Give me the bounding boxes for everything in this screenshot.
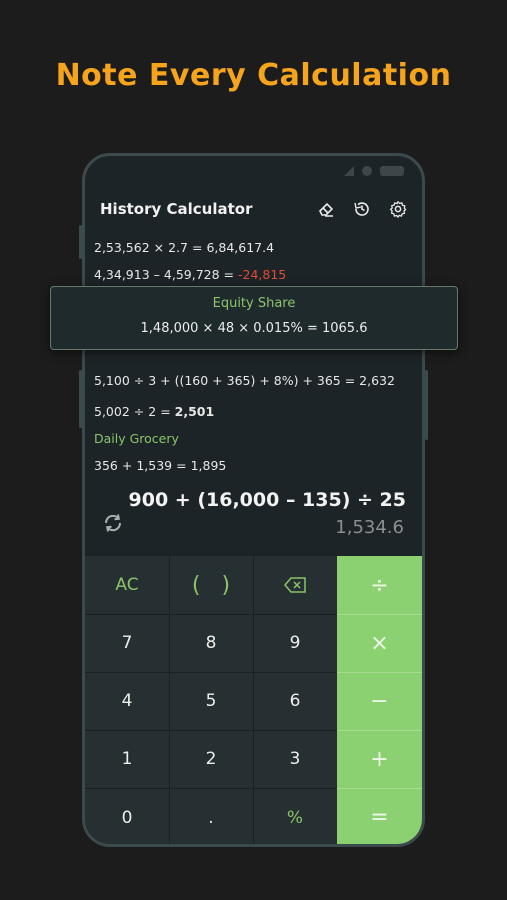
keypad-divider bbox=[337, 730, 422, 731]
digit-5-button[interactable]: 5 bbox=[169, 672, 253, 730]
keypad-divider bbox=[337, 672, 422, 673]
digit-1-button[interactable]: 1 bbox=[85, 730, 169, 788]
digit-6-button[interactable]: 6 bbox=[253, 672, 337, 730]
card-title: Equity Share bbox=[212, 296, 296, 311]
battery-icon bbox=[380, 166, 404, 176]
refresh-icon[interactable] bbox=[101, 511, 125, 535]
backspace-button[interactable] bbox=[253, 556, 337, 614]
history-row[interactable]: 4,34,913 – 4,59,728 = -24,815 bbox=[94, 267, 286, 282]
keypad-divider bbox=[85, 672, 337, 673]
digit-4-button[interactable]: 4 bbox=[85, 672, 169, 730]
eraser-icon[interactable] bbox=[316, 199, 336, 219]
expression-display: 900 + (16,000 – 135) ÷ 25 bbox=[128, 489, 406, 511]
negative-result: -24,815 bbox=[238, 267, 287, 282]
divide-button[interactable]: ÷ bbox=[337, 556, 422, 614]
wifi-icon bbox=[362, 166, 372, 176]
status-bar bbox=[344, 166, 404, 176]
digit-9-button[interactable]: 9 bbox=[253, 614, 337, 672]
plus-button[interactable]: + bbox=[337, 730, 422, 788]
backspace-icon bbox=[284, 577, 306, 593]
app-title-bar: History Calculator bbox=[100, 196, 408, 222]
history-row[interactable]: 5,100 ÷ 3 + ((160 + 365) + 8%) + 365 = 2… bbox=[94, 373, 395, 388]
keypad-divider bbox=[85, 788, 337, 789]
digit-3-button[interactable]: 3 bbox=[253, 730, 337, 788]
headline: Note Every Calculation bbox=[55, 58, 452, 93]
phone-side-button bbox=[425, 370, 428, 440]
result-display: 1,534.6 bbox=[335, 517, 404, 538]
history-row[interactable]: 356 + 1,539 = 1,895 bbox=[94, 458, 226, 473]
clear-button[interactable]: AC bbox=[85, 556, 169, 614]
minus-button[interactable]: − bbox=[337, 672, 422, 730]
history-group-label: Daily Grocery bbox=[94, 431, 179, 446]
history-icon[interactable] bbox=[352, 199, 372, 219]
keypad: AC ( ) ÷ 7 8 9 × 4 5 6 − 1 2 3 + 0 . % = bbox=[85, 556, 422, 844]
signal-icon bbox=[344, 166, 354, 176]
keypad-divider bbox=[85, 614, 337, 615]
digit-7-button[interactable]: 7 bbox=[85, 614, 169, 672]
keypad-divider bbox=[337, 788, 422, 789]
digit-2-button[interactable]: 2 bbox=[169, 730, 253, 788]
phone-frame: History Calculator 2,53,562 × 2.7 = 6,84… bbox=[82, 153, 425, 847]
keypad-divider bbox=[253, 556, 254, 844]
keypad-divider bbox=[85, 730, 337, 731]
history-row[interactable]: 5,002 ÷ 2 = 2,501 bbox=[94, 404, 214, 419]
digit-8-button[interactable]: 8 bbox=[169, 614, 253, 672]
decimal-button[interactable]: . bbox=[169, 788, 253, 844]
parentheses-button[interactable]: ( ) bbox=[169, 556, 253, 614]
multiply-button[interactable]: × bbox=[337, 614, 422, 672]
keypad-divider bbox=[169, 556, 170, 844]
keypad-divider bbox=[337, 614, 422, 615]
history-row[interactable]: 2,53,562 × 2.7 = 6,84,617.4 bbox=[94, 240, 274, 255]
digit-0-button[interactable]: 0 bbox=[85, 788, 169, 844]
percent-button[interactable]: % bbox=[253, 788, 337, 844]
card-expression: 1,48,000 × 48 × 0.015% = 1065.6 bbox=[140, 321, 368, 336]
equals-button[interactable]: = bbox=[337, 788, 422, 844]
highlight-history-card[interactable]: Equity Share 1,48,000 × 48 × 0.015% = 10… bbox=[50, 286, 458, 350]
settings-icon[interactable] bbox=[388, 199, 408, 219]
app-title: History Calculator bbox=[100, 200, 253, 218]
